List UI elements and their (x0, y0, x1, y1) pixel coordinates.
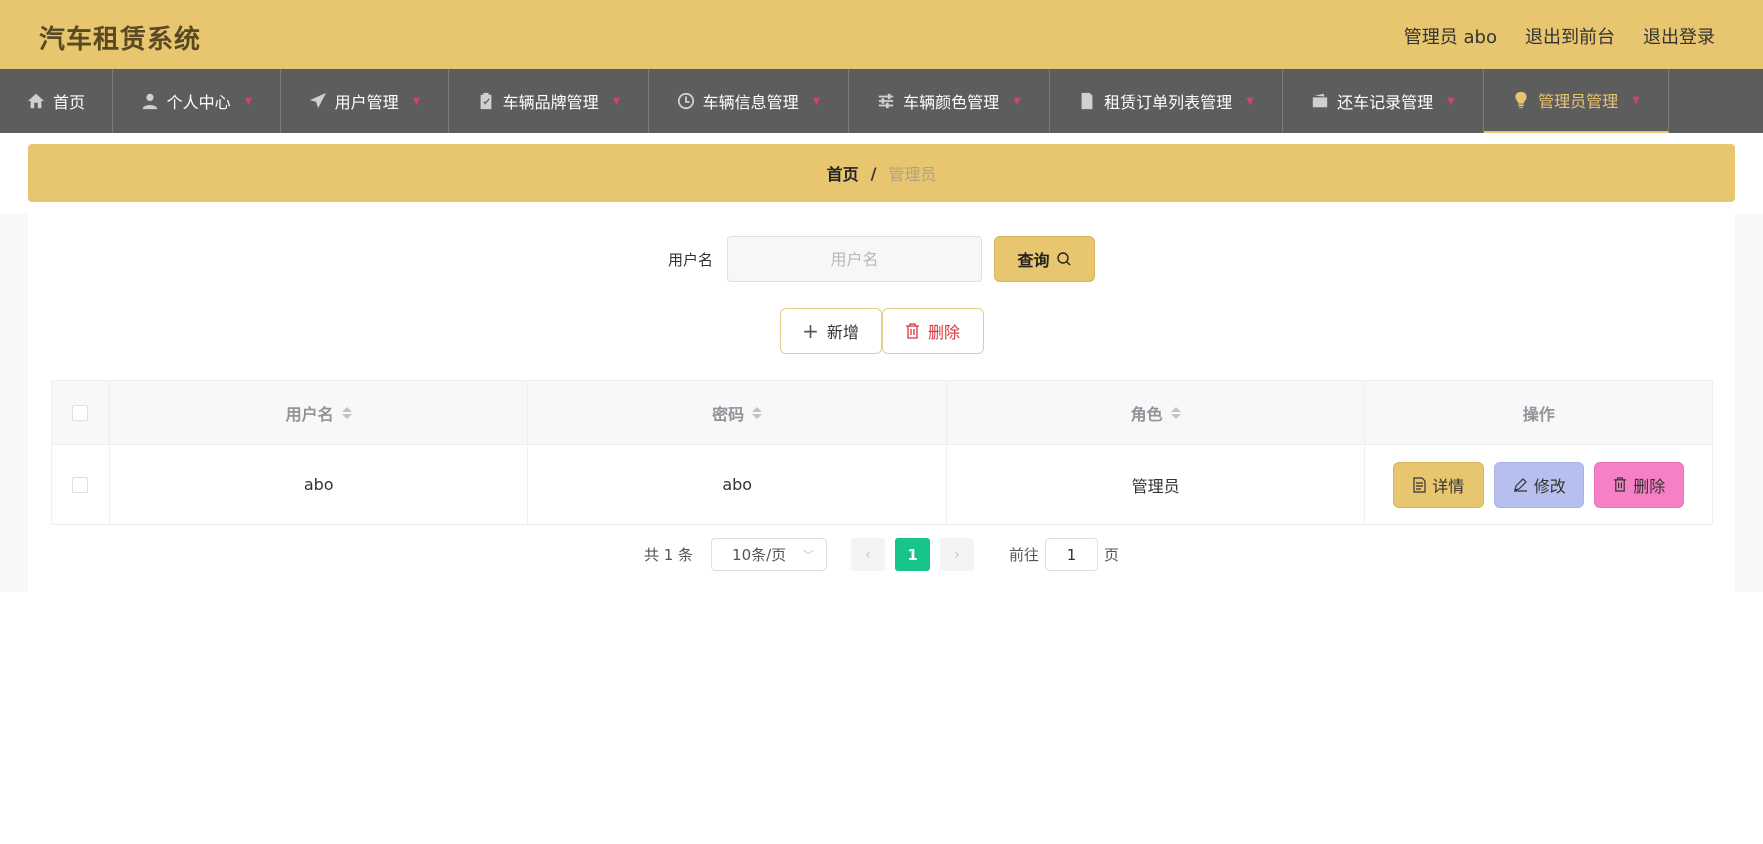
chevron-down-icon: ▼ (244, 95, 253, 107)
exit-to-front-link[interactable]: 退出到前台 (1525, 23, 1615, 49)
chevron-right-icon: › (954, 546, 960, 563)
pencil-icon (1513, 478, 1527, 492)
main-nav: 首页 个人中心 ▼ 用户管理 ▼ 车辆品牌管理 ▼ 车辆信息管理 ▼ 车辆颜色管… (0, 69, 1763, 133)
action-buttons: + 新增 删除 (28, 308, 1735, 354)
wallet-icon (1311, 92, 1329, 110)
app-title: 汽车租赁系统 (39, 25, 202, 55)
document-x-icon (1078, 92, 1096, 110)
home-icon (27, 92, 45, 110)
add-button-label: 新增 (826, 323, 859, 342)
sliders-icon (877, 92, 895, 110)
breadcrumb-separator: / (870, 163, 877, 183)
detail-button[interactable]: 详情 (1393, 461, 1485, 508)
admin-table: 用户名 密码 角色 操作 abo abo 管理员 详情 修改 删除 (51, 380, 1713, 525)
header-actions: 管理员 abo 退出到前台 退出登录 (1404, 23, 1715, 49)
chevron-down-icon: ▼ (1632, 94, 1640, 106)
breadcrumb-home[interactable]: 首页 (827, 161, 859, 185)
current-user-label: 管理员 abo (1403, 27, 1497, 48)
breadcrumb-current: 管理员 (888, 165, 937, 184)
nav-item-user-management[interactable]: 用户管理 ▼ (281, 69, 449, 133)
main-content: 用户名 查询 + 新增 删除 用户名 密码 角色 (28, 214, 1735, 592)
nav-item-admin-management[interactable]: 管理员管理 ▼ (1484, 69, 1669, 133)
delete-button-label: 删除 (927, 323, 960, 342)
nav-item-label: 首页 (52, 93, 85, 112)
nav-item-rental-order-management[interactable]: 租赁订单列表管理 ▼ (1050, 69, 1283, 133)
row-checkbox-cell (52, 445, 110, 524)
nav-item-label: 管理员管理 (1538, 92, 1619, 111)
chevron-down-icon: ▼ (1447, 95, 1455, 107)
nav-item-label: 车辆信息管理 (702, 93, 799, 112)
search-bar: 用户名 查询 (28, 236, 1735, 282)
logout-link[interactable]: 退出登录 (1643, 23, 1715, 49)
sort-icon[interactable] (752, 406, 763, 419)
goto-label: 前往 (1009, 546, 1040, 564)
cell-role: 管理员 (947, 445, 1366, 524)
nav-item-label: 车辆颜色管理 (903, 93, 1000, 112)
select-all-checkbox[interactable] (72, 404, 89, 421)
chevron-down-icon: ▼ (812, 95, 821, 107)
nav-item-color-management[interactable]: 车辆颜色管理 ▼ (849, 69, 1050, 133)
column-header-actions: 操作 (1522, 404, 1555, 424)
document-icon (1413, 476, 1426, 493)
nav-item-label: 用户管理 (334, 93, 399, 112)
trash-icon (1614, 477, 1627, 492)
pagination: 共 1 条 10条/页 ﹀ ‹ 1 › 前往 页 (28, 538, 1735, 571)
lightbulb-icon (1512, 91, 1530, 109)
header-checkbox-cell (52, 381, 110, 444)
page-number-current[interactable]: 1 (895, 538, 931, 571)
chevron-down-icon: ﹀ (803, 548, 815, 562)
nav-item-vehicle-info-management[interactable]: 车辆信息管理 ▼ (649, 69, 849, 133)
search-icon (1056, 252, 1070, 266)
nav-item-label: 租赁订单列表管理 (1104, 93, 1233, 112)
chevron-down-icon: ▼ (412, 95, 421, 107)
nav-item-home[interactable]: 首页 (0, 69, 113, 133)
page-size-select[interactable]: 10条/页 ﹀ (711, 538, 828, 571)
column-header-role[interactable]: 角色 (947, 381, 1366, 444)
sort-icon[interactable] (1170, 406, 1181, 419)
add-button[interactable]: + 新增 (779, 308, 882, 354)
clock-icon (677, 92, 695, 110)
username-search-input[interactable] (727, 236, 982, 282)
nav-item-personal-center[interactable]: 个人中心 ▼ (113, 69, 281, 133)
search-label: 用户名 (667, 250, 713, 269)
page-gutter-right (1735, 214, 1763, 592)
cell-password: abo (528, 445, 947, 524)
cell-actions: 详情 修改 删除 (1365, 445, 1712, 524)
edit-button[interactable]: 修改 (1494, 461, 1585, 508)
chevron-down-icon: ▼ (1013, 95, 1021, 107)
next-page-button[interactable]: › (940, 538, 975, 571)
chevron-down-icon: ▼ (612, 95, 621, 107)
clipboard-check-icon (477, 92, 495, 110)
search-button-label: 查询 (1017, 251, 1050, 270)
top-header: 汽车租赁系统 管理员 abo 退出到前台 退出登录 (0, 0, 1763, 69)
column-header-username[interactable]: 用户名 (110, 381, 529, 444)
row-checkbox[interactable] (72, 476, 89, 493)
page-suffix-label: 页 (1104, 546, 1120, 564)
column-header-password[interactable]: 密码 (528, 381, 947, 444)
table-row: abo abo 管理员 详情 修改 删除 (52, 445, 1712, 524)
nav-item-brand-management[interactable]: 车辆品牌管理 ▼ (449, 69, 649, 133)
nav-item-return-record-management[interactable]: 还车记录管理 ▼ (1283, 69, 1484, 133)
search-button[interactable]: 查询 (994, 236, 1095, 282)
sort-icon[interactable] (341, 406, 352, 419)
chevron-down-icon: ▼ (1246, 95, 1254, 107)
goto-page-input[interactable] (1045, 538, 1099, 571)
person-icon (141, 92, 159, 110)
plus-icon: + (802, 319, 819, 343)
breadcrumb: 首页 / 管理员 (28, 144, 1735, 202)
trash-icon (905, 323, 919, 339)
total-count: 共 1 条 (643, 546, 694, 564)
page-gutter-left (0, 214, 28, 592)
table-header-row: 用户名 密码 角色 操作 (52, 381, 1712, 445)
nav-item-label: 还车记录管理 (1337, 93, 1434, 112)
nav-item-label: 车辆品牌管理 (502, 93, 599, 112)
cell-username: abo (110, 445, 529, 524)
nav-item-label: 个人中心 (166, 93, 231, 112)
row-delete-button[interactable]: 删除 (1594, 461, 1685, 508)
paper-plane-icon (309, 92, 327, 110)
prev-page-button[interactable]: ‹ (851, 538, 886, 571)
bulk-delete-button[interactable]: 删除 (881, 308, 984, 354)
chevron-left-icon: ‹ (865, 546, 871, 563)
